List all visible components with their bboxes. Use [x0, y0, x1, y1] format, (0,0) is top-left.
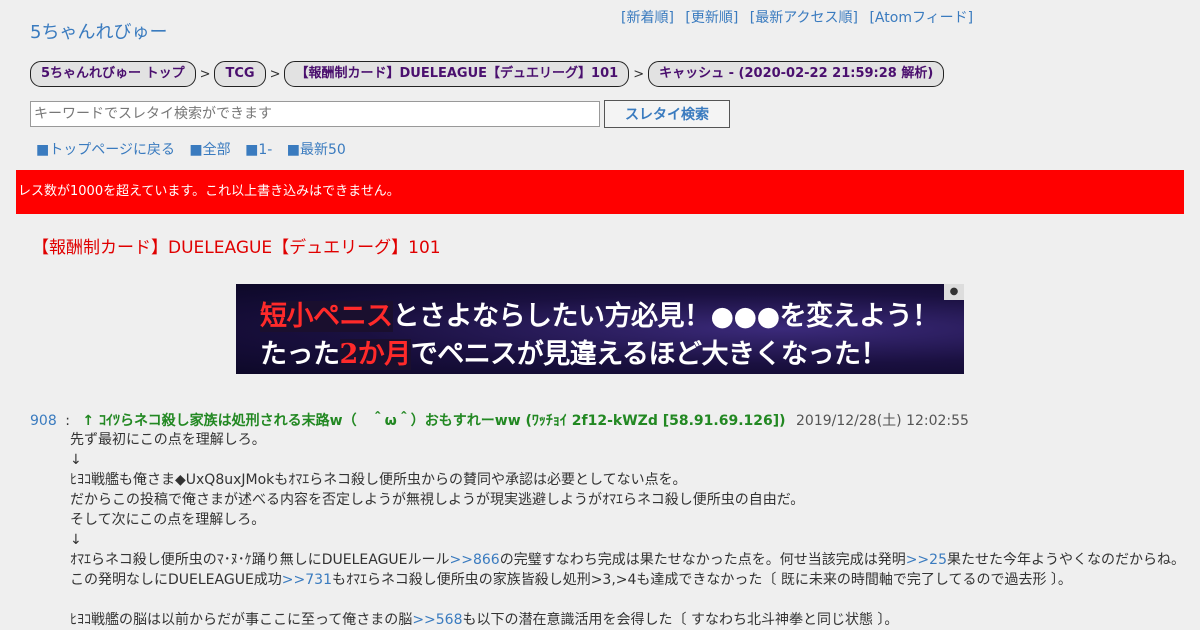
ad-info-icon[interactable]: ●: [944, 284, 964, 300]
post-text: ｵﾏｴらネコ殺し便所虫のﾏ･ﾇ･ｹ踊り無しにDUELEAGUEルール: [70, 552, 450, 568]
ad-line-1-text: とさよならしたい方必見！●●●を変えよう！: [392, 301, 940, 332]
post-line: ﾋﾖｺ戦艦も俺さま◆UxQ8uxJMokもｵﾏｴらネコ殺し便所虫からの賛同や承認…: [70, 472, 687, 488]
post-body: 先ず最初にこの点を理解しろ。 ↓ ﾋﾖｺ戦艦も俺さま◆UxQ8uxJMokもｵﾏ…: [70, 430, 1195, 630]
post-line: ↓: [70, 452, 82, 468]
post-line: ﾋﾖｺ戦艦の脳は以前からだが事ここに至って俺さまの脳>>568も以下の潜在意識活…: [70, 610, 1195, 630]
post-number[interactable]: 908: [30, 413, 57, 429]
breadcrumb-thread[interactable]: 【報酬制カード】DUELEAGUE【デュエリーグ】101: [284, 61, 630, 87]
post-line: 先ず最初にこの点を理解しろ。: [70, 432, 266, 448]
post-text: この発明なしにDUELEAGUE成功: [70, 572, 282, 588]
post-line-blank: [70, 590, 1195, 610]
thread-title-search-input[interactable]: [30, 101, 600, 127]
post-line: だからこの投稿で俺さまが述べる内容を否定しようが無視しようが現実逃避しようがｵﾏ…: [70, 492, 805, 508]
breadcrumb-separator: >: [199, 66, 211, 82]
ad-line-2-highlight: 2か月: [339, 339, 411, 370]
thread-nav-links: ■トップページに戻る ■全部 ■1- ■最新50: [36, 139, 356, 159]
breadcrumb: 5ちゃんれびゅー トップ > TCG > 【報酬制カード】DUELEAGUE【デ…: [30, 61, 945, 87]
thread-title: 【報酬制カード】DUELEAGUE【デュエリーグ】101: [32, 238, 441, 258]
breadcrumb-separator: >: [269, 66, 281, 82]
post-limit-alert: レス数が1000を超えています。これ以上書き込みはできません。: [16, 170, 1184, 214]
ad-line-2-pre: たった: [260, 339, 340, 370]
post-line: ↓: [70, 532, 82, 548]
reply-anchor-link[interactable]: >>866: [450, 552, 500, 568]
ad-line-2-text: でペニスが見違えるほど大きくなった！: [410, 339, 888, 370]
reply-anchor-link[interactable]: >>25: [906, 552, 947, 568]
post-line: ｵﾏｴらネコ殺し便所虫のﾏ･ﾇ･ｹ踊り無しにDUELEAGUEルール>>866の…: [70, 550, 1195, 570]
ad-banner[interactable]: 短小ペニスとさよならしたい方必見！●●●を変えよう！ たった2か月でペニスが見違…: [236, 284, 964, 374]
show-all-link[interactable]: ■全部: [189, 142, 230, 158]
post-line: そして次にこの点を理解しろ。: [70, 512, 266, 528]
latest-50-link[interactable]: ■最新50: [287, 142, 346, 158]
sort-updated-link[interactable]: [更新順]: [685, 10, 738, 26]
sort-new-link[interactable]: [新着順]: [621, 10, 674, 26]
ad-line-2: たった2か月でペニスが見違えるほど大きくなった！: [260, 332, 888, 371]
back-to-top-link[interactable]: ■トップページに戻る: [36, 142, 175, 158]
breadcrumb-cache[interactable]: キャッシュ - (2020-02-22 21:59:28 解析): [648, 61, 945, 87]
post-line: この発明なしにDUELEAGUE成功>>731もｵﾏｴらネコ殺し便所虫の家族皆殺…: [70, 570, 1195, 590]
post-number-separator: :: [65, 413, 70, 429]
post-text: の完璧すなわち完成は果たせなかった点を。何せ当該完成は発明: [499, 552, 906, 568]
from-first-link[interactable]: ■1-: [245, 142, 272, 158]
post-text: も以下の潜在意識活用を会得した〔 すなわち北斗神拳と同じ状態 〕。: [462, 612, 899, 628]
sort-latest-access-link[interactable]: [最新アクセス順]: [750, 10, 858, 26]
breadcrumb-category[interactable]: TCG: [214, 61, 266, 87]
post-header: 908 : ↑ ｺｲﾂらネコ殺し家族は処刑される末路w（ ＾ω＾）おもすれーww…: [30, 410, 969, 430]
reply-anchor-link[interactable]: >>568: [412, 612, 462, 628]
post-date: 2019/12/28(土) 12:02:55: [796, 413, 969, 429]
ad-line-1: 短小ペニスとさよならしたい方必見！●●●を変えよう！: [260, 294, 939, 333]
thread-title-search-button[interactable]: スレタイ検索: [604, 100, 730, 128]
post-text: 果たせた今年ようやくなのだからね。: [946, 552, 1185, 568]
post-author: ↑ ｺｲﾂらネコ殺し家族は処刑される末路w（ ＾ω＾）おもすれーww (ﾜｯﾁｮ…: [82, 413, 786, 429]
sort-links: [新着順] [更新順] [最新アクセス順] [Atomフィード]: [621, 7, 980, 27]
atom-feed-link[interactable]: [Atomフィード]: [869, 10, 973, 26]
post-text: ﾋﾖｺ戦艦の脳は以前からだが事ここに至って俺さまの脳: [70, 612, 413, 628]
breadcrumb-home[interactable]: 5ちゃんれびゅー トップ: [30, 61, 196, 87]
site-title-link[interactable]: 5ちゃんれびゅー: [30, 18, 167, 44]
reply-anchor-link[interactable]: >>731: [282, 572, 332, 588]
breadcrumb-separator: >: [633, 66, 645, 82]
post-text: もｵﾏｴらネコ殺し便所虫の家族皆殺し処刑>3,>4も達成できなかった〔 既に未来…: [331, 572, 1072, 588]
ad-line-1-highlight: 短小ペニス: [260, 301, 393, 332]
